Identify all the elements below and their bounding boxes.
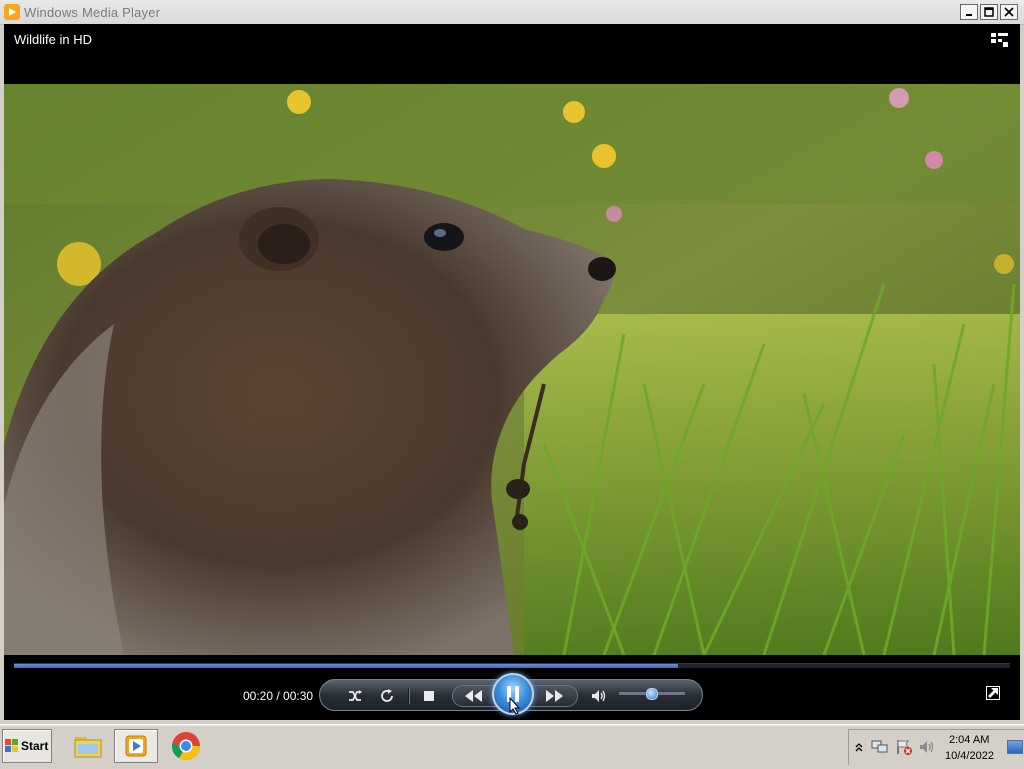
title-bar[interactable]: Windows Media Player: [0, 0, 1024, 25]
taskbar: Start 2:04 AM 10/4/2022: [0, 724, 1024, 769]
chrome-icon: [171, 732, 200, 760]
switch-to-library-icon: [991, 33, 1008, 47]
windows-logo-icon: [5, 739, 18, 752]
show-hidden-icons-button[interactable]: [855, 740, 863, 758]
fullscreen-icon: [986, 686, 1000, 700]
taskbar-item-google-chrome[interactable]: [164, 729, 208, 763]
folder-icon: [74, 737, 102, 758]
flag-warning-icon: [897, 740, 912, 755]
maximize-icon: [984, 7, 994, 17]
speaker-icon: [920, 741, 934, 753]
network-tray-button[interactable]: [871, 739, 889, 760]
action-center-tray-button[interactable]: [895, 738, 913, 761]
mute-button[interactable]: [588, 686, 610, 706]
next-button[interactable]: [540, 686, 570, 706]
clock-time[interactable]: 2:04 AM: [949, 734, 989, 746]
separator: [408, 688, 410, 704]
arrow-cursor-icon: [509, 696, 521, 715]
network-icon: [871, 740, 888, 753]
volume-slider-thumb[interactable]: [645, 688, 658, 700]
seek-progress: [14, 664, 679, 668]
system-tray: 2:04 AM 10/4/2022: [848, 729, 1024, 765]
stop-button[interactable]: [418, 686, 440, 706]
next-icon: [546, 690, 563, 702]
maximize-button[interactable]: [980, 4, 998, 20]
volume-slider[interactable]: [619, 688, 685, 700]
show-desktop-button[interactable]: [1007, 740, 1023, 754]
previous-button[interactable]: [458, 686, 488, 706]
video-frame[interactable]: [4, 84, 1020, 655]
shuffle-icon: [349, 690, 362, 701]
taskbar-item-file-explorer[interactable]: [66, 729, 110, 763]
previous-icon: [465, 690, 482, 702]
media-title: Wildlife in HD: [14, 32, 93, 47]
player-area: Wildlife in HD 00:20 / 00:30: [4, 24, 1020, 720]
close-icon: [1004, 7, 1014, 17]
volume-tray-button[interactable]: [919, 739, 937, 760]
player-header: Wildlife in HD: [4, 24, 1020, 84]
window-title: Windows Media Player: [24, 5, 161, 20]
repeat-button[interactable]: [376, 686, 398, 706]
close-button[interactable]: [1000, 4, 1018, 20]
stop-icon: [424, 691, 434, 701]
minimize-button[interactable]: [960, 4, 978, 20]
switch-to-library-button[interactable]: [990, 31, 1010, 49]
media-player-window: Windows Media Player Wildlife in HD 00:2…: [0, 0, 1024, 724]
start-button[interactable]: Start: [2, 729, 52, 763]
volume-icon: [592, 690, 606, 702]
fullscreen-button[interactable]: [986, 686, 1000, 700]
media-player-app-icon: [4, 4, 20, 20]
marmot-video-frame: [4, 84, 1020, 655]
shuffle-button[interactable]: [344, 686, 366, 706]
start-label: Start: [21, 739, 49, 753]
media-player-icon: [125, 735, 147, 757]
chevron-up-icon: [855, 743, 863, 752]
seek-bar[interactable]: [14, 663, 1010, 668]
time-display: 00:20 / 00:30: [243, 689, 314, 703]
minimize-icon: [966, 14, 972, 16]
repeat-icon: [381, 689, 393, 702]
clock-date[interactable]: 10/4/2022: [945, 750, 994, 762]
mouse-cursor: [509, 696, 521, 720]
taskbar-item-windows-media-player[interactable]: [114, 729, 158, 763]
